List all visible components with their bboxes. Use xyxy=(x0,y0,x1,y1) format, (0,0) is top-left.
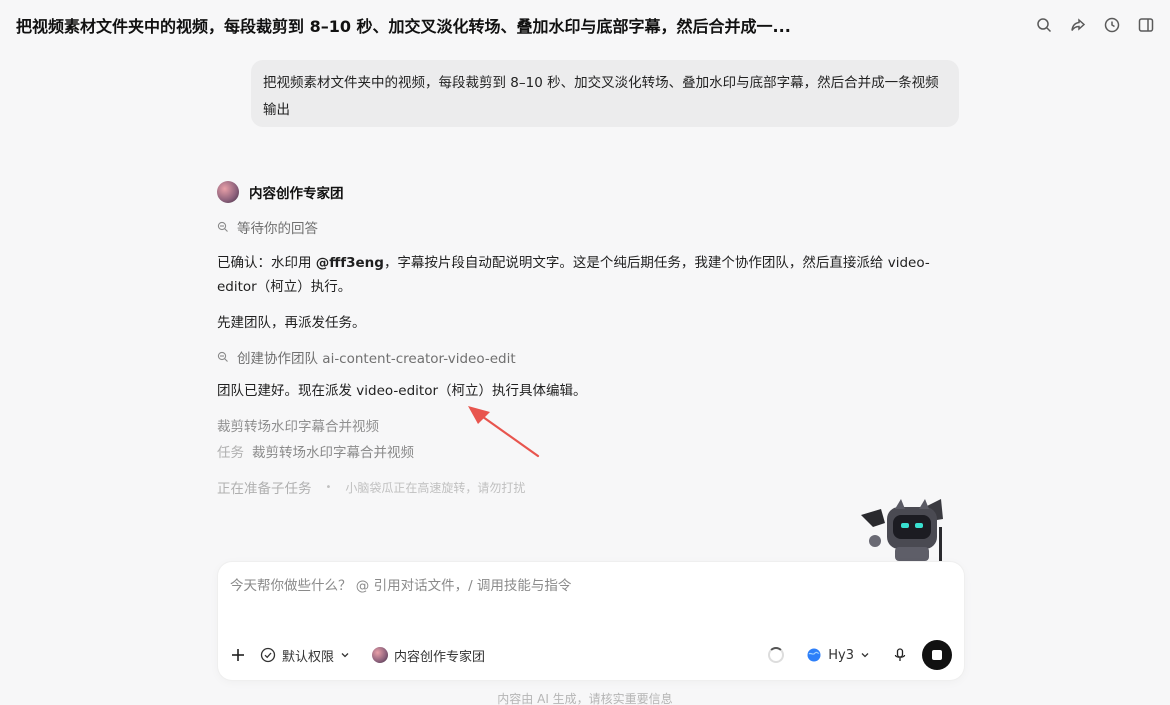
status-team-text: 创建协作团队 ai-content-creator-video-edit xyxy=(237,351,516,367)
status-team-created: 创建协作团队 ai-content-creator-video-edit xyxy=(217,347,977,367)
plus-icon xyxy=(232,649,244,661)
task-label: 任务 xyxy=(217,445,244,461)
assistant-header: 内容创作专家团 xyxy=(217,180,977,204)
avatar xyxy=(217,181,239,203)
tool-status-icon xyxy=(217,351,228,362)
composer-left-tools: 默认权限 内容创作专家团 xyxy=(230,646,485,665)
preparing-note: 小脑袋瓜正在高速旋转，请勿打扰 xyxy=(345,480,526,495)
assistant-paragraph-1: 已确认：水印用 @fff3eng，字幕按片段自动配说明文字。这是个纯后期任务，我… xyxy=(217,251,947,299)
add-button[interactable] xyxy=(230,647,246,663)
microphone-button[interactable] xyxy=(892,647,908,663)
para1-prefix: 已确认：水印用 xyxy=(217,255,316,271)
microphone-icon xyxy=(894,648,906,661)
loading-spinner-icon xyxy=(768,647,785,663)
task-row[interactable]: 任务 裁剪转场水印字幕合并视频 xyxy=(217,443,977,463)
top-actions xyxy=(1036,17,1154,33)
search-icon[interactable] xyxy=(1036,17,1052,33)
model-selector[interactable]: Hy3 xyxy=(806,647,870,663)
separator-dot: • xyxy=(325,481,332,493)
assistant-paragraph-2: 先建团队，再派发任务。 xyxy=(217,315,366,331)
composer-toolbar: 默认权限 内容创作专家团 Hy3 xyxy=(230,640,952,670)
agent-label: 内容创作专家团 xyxy=(394,649,486,665)
stop-button[interactable] xyxy=(922,640,952,670)
status-waiting-text: 等待你的回答 xyxy=(237,221,318,237)
share-icon[interactable] xyxy=(1070,17,1086,33)
chevron-down-icon xyxy=(341,653,349,658)
avatar xyxy=(372,647,389,663)
permission-label: 默认权限 xyxy=(282,649,335,665)
composer: 默认权限 内容创作专家团 Hy3 xyxy=(218,562,964,680)
assistant-response: 内容创作专家团 等待你的回答 已确认：水印用 @fff3eng，字幕按片段自动配… xyxy=(217,180,977,497)
panel-icon[interactable] xyxy=(1138,17,1154,33)
composer-right-tools: Hy3 xyxy=(768,640,952,670)
user-message-bubble: 把视频素材文件夹中的视频，每段裁剪到 8–10 秒、加交叉淡化转场、叠加水印与底… xyxy=(251,60,959,127)
task-name: 裁剪转场水印字幕合并视频 xyxy=(252,445,414,461)
globe-icon xyxy=(807,648,821,662)
preparing-text: 正在准备子任务 xyxy=(217,481,312,497)
user-message-text: 把视频素材文件夹中的视频，每段裁剪到 8–10 秒、加交叉淡化转场、叠加水印与底… xyxy=(263,75,939,118)
top-bar: 把视频素材文件夹中的视频，每段裁剪到 8–10 秒、加交叉淡化转场、叠加水印与底… xyxy=(0,0,1170,50)
watermark-handle: @fff3eng xyxy=(315,255,384,271)
status-waiting: 等待你的回答 xyxy=(217,217,977,237)
stop-icon xyxy=(932,650,942,660)
permission-button[interactable]: 默认权限 xyxy=(260,646,350,665)
preparing-row: 正在准备子任务 • 小脑袋瓜正在高速旋转，请勿打扰 xyxy=(217,477,977,498)
agent-selector[interactable]: 内容创作专家团 xyxy=(372,646,485,665)
tool-status-icon xyxy=(217,221,228,232)
check-shield-icon xyxy=(260,647,276,663)
history-icon[interactable] xyxy=(1104,17,1120,33)
assistant-paragraph-3: 团队已建好。现在派发 video-editor（柯立）执行具体编辑。 xyxy=(217,383,587,399)
annotation-arrow-icon xyxy=(468,406,540,458)
task-title: 裁剪转场水印字幕合并视频 xyxy=(217,419,379,435)
ai-disclaimer: 内容由 AI 生成，请核实重要信息 xyxy=(497,692,673,705)
chevron-down-icon xyxy=(861,653,869,658)
chat-input[interactable] xyxy=(230,576,830,596)
assistant-name: 内容创作专家团 xyxy=(249,186,344,202)
conversation-title: 把视频素材文件夹中的视频，每段裁剪到 8–10 秒、加交叉淡化转场、叠加水印与底… xyxy=(16,17,791,36)
model-label: Hy3 xyxy=(828,647,854,663)
robot-mascot-icon xyxy=(861,499,943,561)
